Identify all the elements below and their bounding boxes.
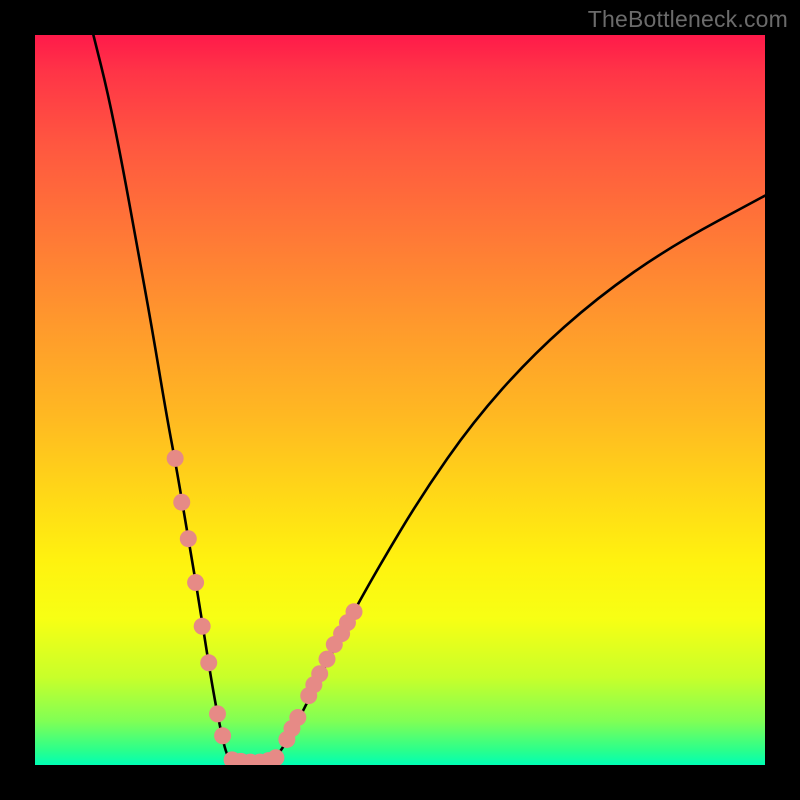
data-dot <box>180 530 197 547</box>
data-dot <box>173 494 190 511</box>
data-dot <box>209 705 226 722</box>
data-dot <box>200 654 217 671</box>
data-dot <box>214 727 231 744</box>
bottleneck-curve <box>93 35 765 763</box>
data-dot <box>187 574 204 591</box>
chart-overlay <box>35 35 765 765</box>
watermark-label: TheBottleneck.com <box>588 6 788 33</box>
data-dot <box>311 665 328 682</box>
chart-stage: TheBottleneck.com <box>0 0 800 800</box>
data-dot <box>167 450 184 467</box>
data-dot <box>346 603 363 620</box>
data-dot <box>194 618 211 635</box>
data-dots <box>167 450 363 765</box>
data-dot <box>267 749 284 765</box>
data-dot <box>289 709 306 726</box>
data-dot <box>319 651 336 668</box>
